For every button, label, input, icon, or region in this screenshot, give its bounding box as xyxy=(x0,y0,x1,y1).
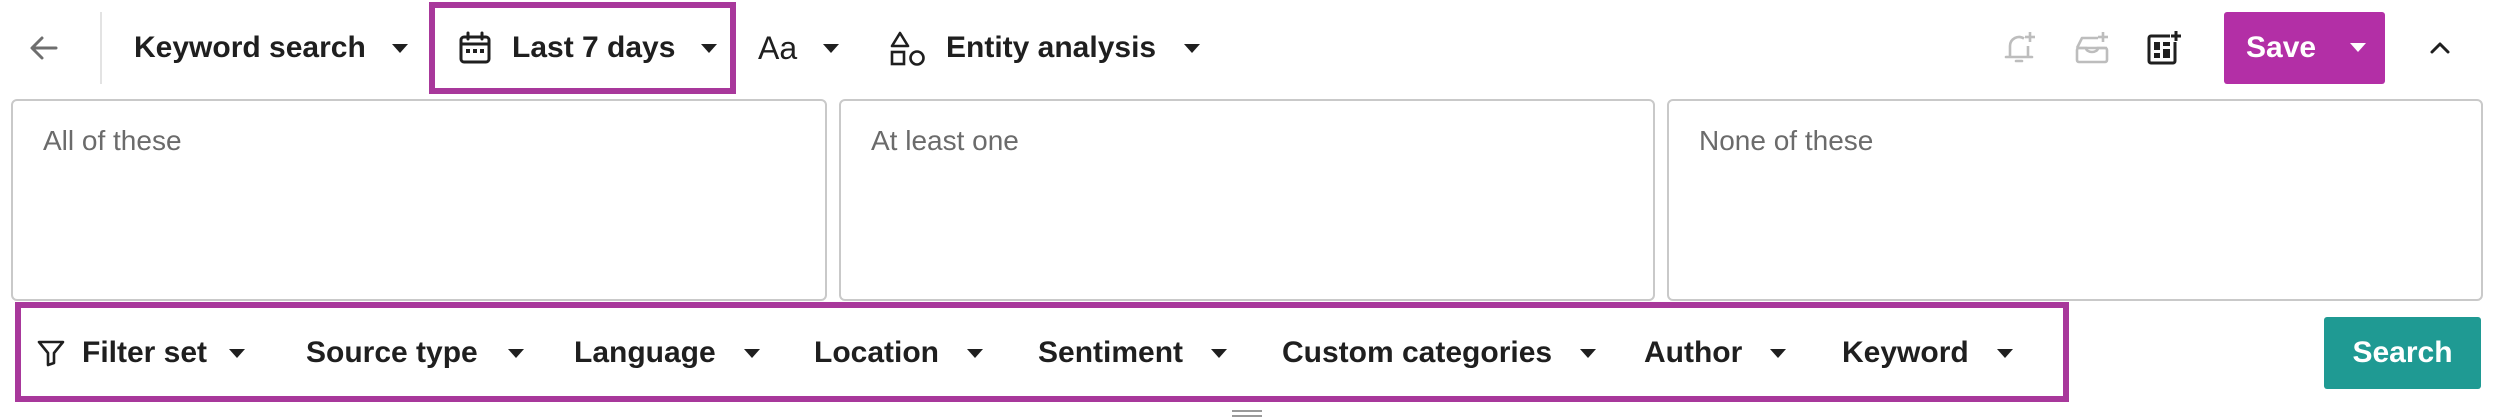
add-dashboard-icon xyxy=(2147,30,2182,65)
analysis-label: Entity analysis xyxy=(946,31,1157,64)
chevron-down-icon xyxy=(229,348,246,358)
search-mode-label: Keyword search xyxy=(134,31,366,64)
chevron-down-icon xyxy=(1580,348,1597,358)
chevron-down-icon xyxy=(1211,348,1228,358)
author-label: Author xyxy=(1644,336,1743,369)
chevron-up-icon xyxy=(2430,42,2450,54)
sentiment-label: Sentiment xyxy=(1038,336,1184,369)
search-button[interactable]: Search xyxy=(2324,317,2481,389)
grip-line xyxy=(1232,410,1262,412)
search-toolbar: Keyword search Last 7 days Aa Entity ana… xyxy=(0,0,2494,96)
chevron-down-icon xyxy=(2350,43,2366,52)
chevron-down-icon xyxy=(823,43,840,53)
custom-categories-label: Custom categories xyxy=(1282,336,1553,369)
language-label: Language xyxy=(574,336,716,369)
text-format-dropdown[interactable]: Aa xyxy=(758,0,840,96)
add-alert-icon xyxy=(2004,32,2035,63)
text-format-label: Aa xyxy=(758,29,798,66)
chevron-down-icon xyxy=(967,348,983,358)
arrow-left-icon xyxy=(30,36,58,60)
author-filter[interactable]: Author xyxy=(1644,320,1787,386)
at-least-one-input[interactable]: At least one xyxy=(839,99,1655,301)
source-type-label: Source type xyxy=(306,336,478,369)
chevron-down-icon xyxy=(1770,348,1787,358)
resize-handle[interactable] xyxy=(1232,410,1262,418)
location-label: Location xyxy=(814,336,939,369)
back-button[interactable] xyxy=(28,0,68,96)
filter-set-dropdown[interactable]: Filter set xyxy=(36,320,246,386)
search-panel: Keyword search Last 7 days Aa Entity ana… xyxy=(0,0,2494,418)
filter-set-label: Filter set xyxy=(82,336,208,369)
chevron-down-icon xyxy=(507,348,524,358)
language-filter[interactable]: Language xyxy=(574,320,760,386)
chevron-down-icon xyxy=(391,43,408,53)
chevron-down-icon xyxy=(1996,348,2013,358)
none-of-these-input[interactable]: None of these xyxy=(1667,99,2483,301)
add-newsletter-icon xyxy=(2075,32,2109,64)
shapes-icon xyxy=(890,31,925,66)
keyword-filter[interactable]: Keyword xyxy=(1842,320,2013,386)
at-least-one-placeholder: At least one xyxy=(871,125,1019,156)
collapse-button[interactable] xyxy=(2428,0,2460,96)
chevron-down-icon xyxy=(1184,43,1201,53)
keyword-label: Keyword xyxy=(1842,336,1969,369)
add-newsletter-button[interactable] xyxy=(2074,0,2114,96)
save-label: Save xyxy=(2246,31,2317,64)
save-button[interactable]: Save xyxy=(2224,12,2385,84)
calendar-icon xyxy=(459,31,491,64)
add-dashboard-button[interactable] xyxy=(2146,0,2186,96)
sentiment-filter[interactable]: Sentiment xyxy=(1038,320,1228,386)
toolbar-divider xyxy=(100,12,102,84)
none-of-these-placeholder: None of these xyxy=(1699,125,1874,156)
date-range-dropdown[interactable]: Last 7 days xyxy=(458,0,718,96)
add-alert-button[interactable] xyxy=(2002,0,2042,96)
all-of-these-input[interactable]: All of these xyxy=(11,99,827,301)
analysis-dropdown[interactable]: Entity analysis xyxy=(890,0,1201,96)
chevron-down-icon xyxy=(701,43,718,53)
date-range-label: Last 7 days xyxy=(512,31,676,64)
funnel-icon xyxy=(37,340,65,367)
search-mode-dropdown[interactable]: Keyword search xyxy=(134,0,408,96)
location-filter[interactable]: Location xyxy=(814,320,983,386)
all-of-these-placeholder: All of these xyxy=(43,125,182,156)
grip-line xyxy=(1232,415,1262,417)
chevron-down-icon xyxy=(743,348,760,358)
source-type-filter[interactable]: Source type xyxy=(306,320,524,386)
custom-categories-filter[interactable]: Custom categories xyxy=(1282,320,1597,386)
